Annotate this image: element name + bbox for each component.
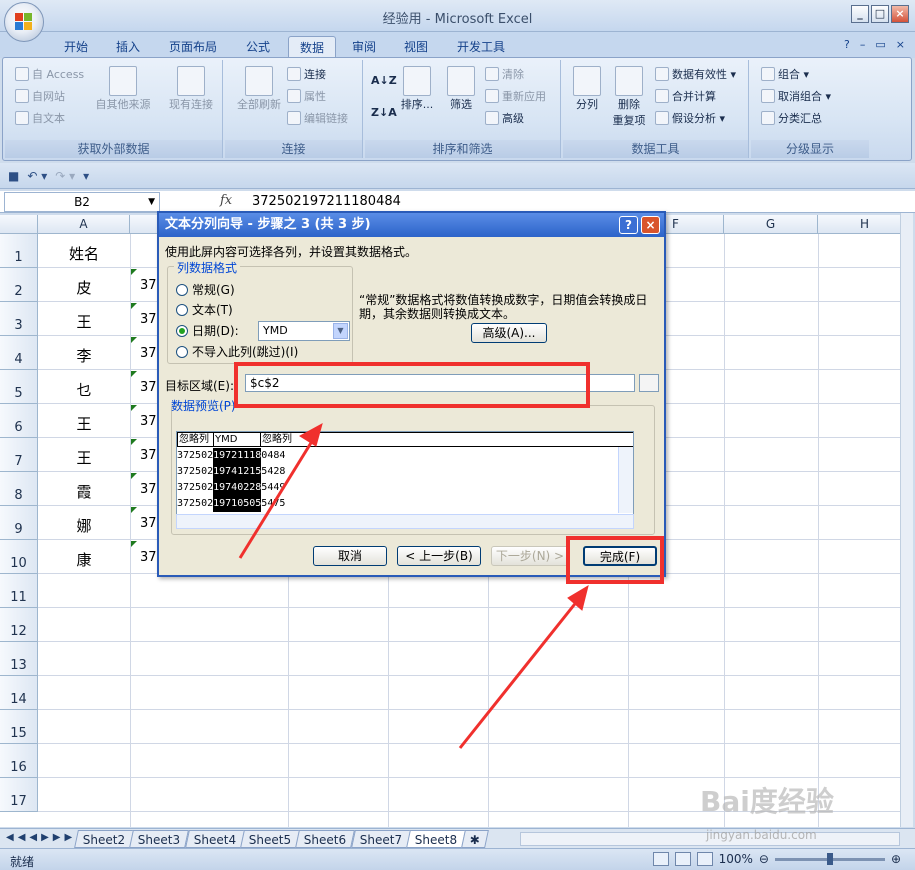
watermark-logo: Bai度经验 [700,785,834,818]
office-button[interactable] [4,2,44,42]
arrow-to-finish [458,584,589,749]
arrowhead-icon [299,422,323,447]
annotation-arrows [238,422,589,749]
arrow-line [458,599,580,749]
office-logo-icon [15,13,33,31]
arrow-to-destination [238,422,323,559]
watermark-url: jingyan.baidu.com [706,828,817,842]
arrow-line [238,437,316,559]
